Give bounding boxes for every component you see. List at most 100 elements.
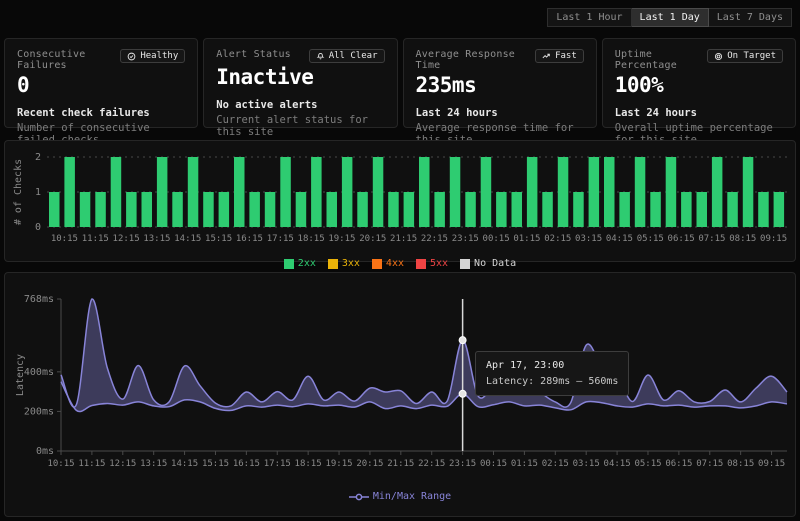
check-bar[interactable] (558, 157, 569, 227)
check-bar[interactable] (373, 157, 384, 227)
check-bar[interactable] (64, 157, 75, 227)
x-tick-label: 01:15 (511, 459, 538, 469)
check-bar[interactable] (49, 192, 60, 227)
check-bar[interactable] (450, 157, 461, 227)
check-bar[interactable] (681, 192, 692, 227)
check-bar[interactable] (589, 157, 600, 227)
status-legend-item-no-data: No Data (460, 258, 516, 269)
check-bar[interactable] (219, 192, 230, 227)
x-tick-label: 06:15 (668, 234, 695, 244)
x-tick-label: 18:15 (298, 234, 325, 244)
x-tick-label: 12:15 (113, 234, 140, 244)
x-tick-label: 12:15 (109, 459, 136, 469)
latency-max-line (61, 299, 787, 407)
status-badge: All Clear (309, 49, 385, 63)
check-bar[interactable] (126, 192, 137, 227)
check-bar[interactable] (157, 157, 168, 227)
legend-item-min-max-range: Min/Max Range (349, 491, 451, 502)
x-tick-label: 06:15 (665, 459, 692, 469)
check-bar[interactable] (650, 192, 661, 227)
check-bar[interactable] (542, 192, 553, 227)
status-legend-item-5xx: 5xx (416, 258, 448, 269)
x-tick-label: 00:15 (480, 459, 507, 469)
card-description: Current alert status for this site (216, 114, 384, 138)
latency-area-chart[interactable]: 0ms200ms400ms768msLatency10:1511:1512:15… (9, 279, 797, 486)
check-bar[interactable] (527, 157, 538, 227)
card-value: 0 (17, 73, 185, 97)
target-icon (714, 52, 723, 61)
checks-chart-panel: 012# of Checks10:1511:1512:1513:1514:151… (4, 140, 796, 262)
check-bar[interactable] (496, 192, 507, 227)
legend-swatch (416, 259, 426, 269)
check-bar[interactable] (419, 157, 430, 227)
check-bar[interactable] (342, 157, 353, 227)
check-bar[interactable] (404, 192, 415, 227)
x-tick-label: 15:15 (205, 234, 232, 244)
check-bar[interactable] (604, 157, 615, 227)
x-tick-label: 22:15 (418, 459, 445, 469)
status-badge: Healthy (120, 49, 185, 63)
x-tick-label: 17:15 (264, 459, 291, 469)
tooltip-latency-range: Latency: 289ms – 560ms (486, 376, 618, 387)
check-bar[interactable] (311, 157, 322, 227)
legend-label: 2xx (298, 258, 316, 269)
latency-range-band (61, 299, 787, 412)
check-bar[interactable] (296, 192, 307, 227)
card-header: Average Response TimeFast (416, 49, 584, 71)
check-bar[interactable] (712, 157, 723, 227)
x-tick-label: 10:15 (51, 234, 78, 244)
min-point-marker (459, 390, 466, 397)
check-bar[interactable] (203, 192, 214, 227)
time-range-toggle: Last 1 HourLast 1 DayLast 7 Days (547, 8, 792, 27)
legend-label: No Data (474, 258, 516, 269)
card-value: 235ms (416, 73, 584, 97)
card-title: Uptime Percentage (615, 49, 707, 71)
check-bar[interactable] (142, 192, 153, 227)
check-bar[interactable] (481, 157, 492, 227)
x-tick-label: 04:15 (604, 459, 631, 469)
max-point-marker (459, 337, 466, 344)
check-bar[interactable] (619, 192, 630, 227)
legend-swatch (328, 259, 338, 269)
check-bar[interactable] (512, 192, 523, 227)
x-tick-label: 17:15 (267, 234, 294, 244)
x-tick-label: 07:15 (696, 459, 723, 469)
check-bar[interactable] (234, 157, 245, 227)
check-bar[interactable] (357, 192, 368, 227)
check-bar[interactable] (697, 192, 708, 227)
check-bar[interactable] (758, 192, 769, 227)
check-bar[interactable] (727, 192, 738, 227)
check-bar[interactable] (95, 192, 106, 227)
card-header: Consecutive FailuresHealthy (17, 49, 185, 71)
y-axis-label: Latency (15, 354, 26, 396)
badge-label: On Target (727, 51, 776, 61)
x-tick-label: 19:15 (328, 234, 355, 244)
check-bar[interactable] (327, 192, 338, 227)
check-bar[interactable] (743, 157, 754, 227)
x-tick-label: 09:15 (758, 459, 785, 469)
card-subtitle: Last 24 hours (416, 107, 584, 119)
range-button-last-7-days[interactable]: Last 7 Days (709, 8, 792, 27)
legend-label: 3xx (342, 258, 360, 269)
check-bar[interactable] (111, 157, 122, 227)
range-button-last-1-hour[interactable]: Last 1 Hour (547, 8, 631, 27)
badge-label: All Clear (329, 51, 378, 61)
check-bar[interactable] (774, 192, 785, 227)
check-bar[interactable] (388, 192, 399, 227)
check-bar[interactable] (635, 157, 646, 227)
check-bar[interactable] (80, 192, 91, 227)
x-tick-label: 14:15 (171, 459, 198, 469)
check-bar[interactable] (249, 192, 260, 227)
check-bar[interactable] (573, 192, 584, 227)
checks-bar-chart[interactable]: 012# of Checks10:1511:1512:1513:1514:151… (9, 147, 797, 253)
check-bar[interactable] (172, 192, 183, 227)
range-button-last-1-day[interactable]: Last 1 Day (632, 8, 709, 27)
check-bar[interactable] (666, 157, 677, 227)
check-bar[interactable] (465, 192, 476, 227)
check-bar[interactable] (434, 192, 445, 227)
check-bar[interactable] (188, 157, 199, 227)
check-bar[interactable] (265, 192, 276, 227)
legend-label: 5xx (430, 258, 448, 269)
check-bar[interactable] (280, 157, 291, 227)
card-subtitle: Last 24 hours (615, 107, 783, 119)
